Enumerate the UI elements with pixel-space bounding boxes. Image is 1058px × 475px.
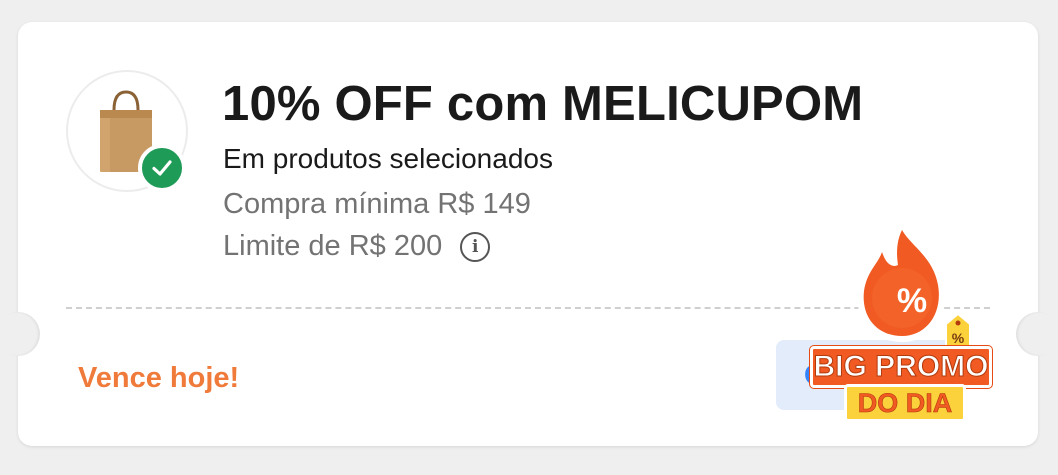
expiry-text: Vence hoje! [78,362,240,394]
discount-limit: Limite de R$ 200 [223,230,443,262]
badge-line-2: DO DIA [844,384,966,422]
ticket-notch-left [0,312,40,356]
coupon-title: 10% OFF com MELICUPOM [222,77,864,131]
tag-percent-symbol: % [951,330,965,346]
ticket-notch-right [1016,312,1058,356]
coupon-card[interactable]: 10% OFF com MELICUPOM Em produtos seleci… [0,22,1058,446]
coupon-subtitle: Em produtos selecionados [223,143,553,174]
product-thumbnail [66,70,188,192]
big-promo-badge: % % BIG PROMO DO DIA [810,218,1000,422]
check-icon [138,144,186,192]
fire-percent-symbol: % [896,282,928,320]
badge-line-1: BIG PROMO [810,346,992,388]
info-icon[interactable]: i [460,231,491,262]
discount-limit-row: Limite de R$ 200 i [223,230,491,263]
minimum-purchase: Compra mínima R$ 149 [223,188,531,220]
